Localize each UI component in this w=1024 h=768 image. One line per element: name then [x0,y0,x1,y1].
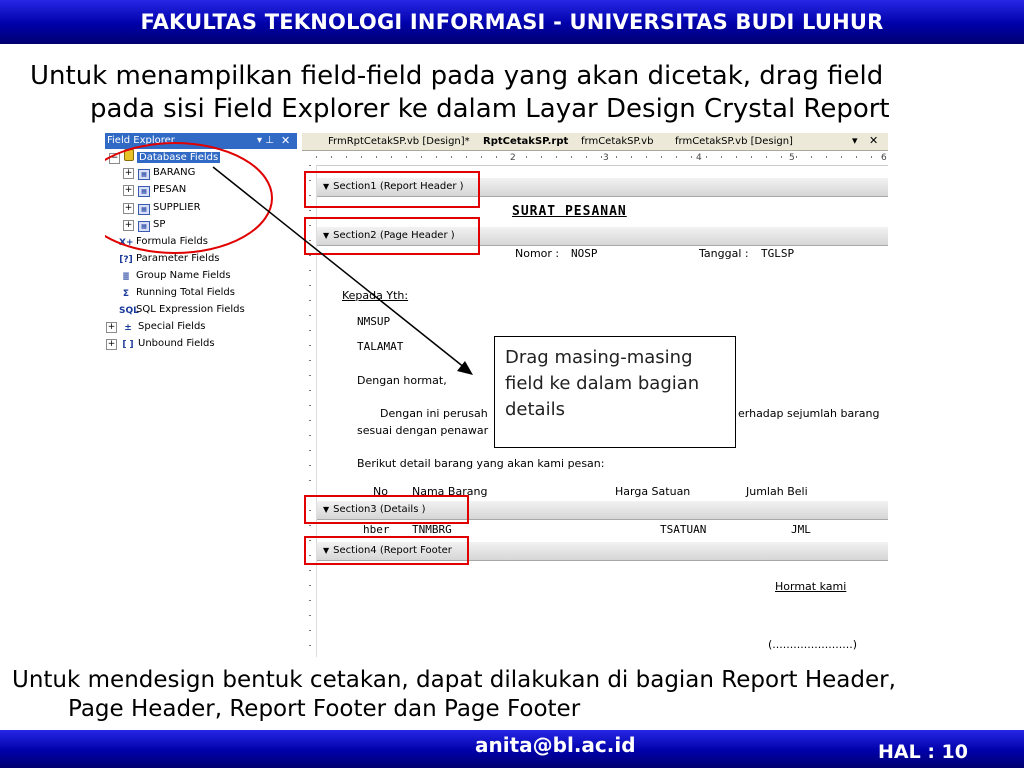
callout-line: field ke dalam bagian [505,373,700,394]
intro-text: Untuk menampilkan field-field pada yang … [30,60,1020,126]
outro-line-2: Page Header, Report Footer dan Page Foot… [68,696,581,722]
highlight-ellipse [105,142,273,254]
footer-email: anita@bl.ac.id [475,733,636,757]
drag-arrow-line [212,166,466,369]
page-number: HAL : 10 [878,741,968,763]
callout-line: details [505,399,565,420]
slide-header: FAKULTAS TEKNOLOGI INFORMASI - UNIVERSIT… [140,10,884,34]
drag-instruction-callout: Drag masing-masing field ke dalam bagian… [494,336,736,448]
callout-line: Drag masing-masing [505,347,693,368]
crystal-report-screenshot: Field Explorer ▾ ⊥ ✕ − Database Fields + ▦… [105,133,888,657]
intro-line-1: Untuk menampilkan field-field pada yang … [30,61,884,91]
outro-text: Untuk mendesign bentuk cetakan, dapat di… [12,666,1012,724]
outro-line-1: Untuk mendesign bentuk cetakan, dapat di… [12,667,896,693]
intro-line-2: pada sisi Field Explorer ke dalam Layar … [90,94,890,124]
